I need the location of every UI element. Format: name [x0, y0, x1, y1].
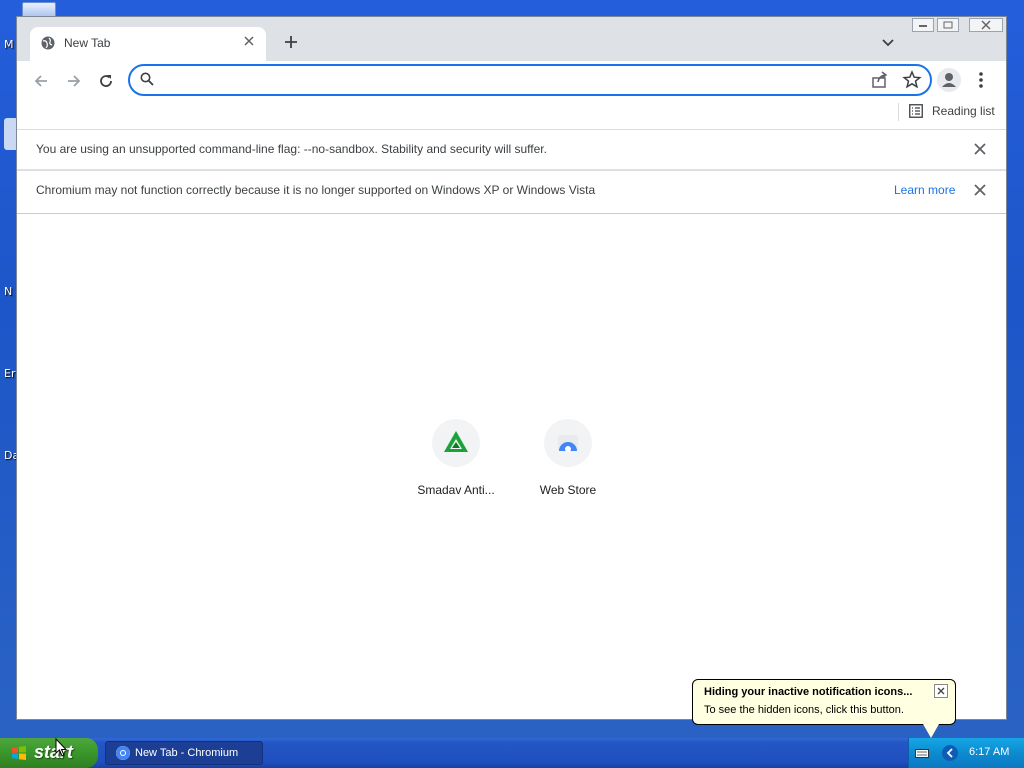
close-icon — [937, 687, 945, 695]
shortcut-web-store[interactable]: Web Store — [512, 419, 624, 509]
shortcut-tile — [432, 419, 480, 467]
infobar-text: Chromium may not function correctly beca… — [36, 183, 596, 197]
avatar-icon — [942, 73, 956, 87]
new-tab-page: Smadav Anti... Web Store — [17, 213, 1006, 719]
more-vertical-icon — [979, 72, 983, 88]
infobar-os-warning: Chromium may not function correctly beca… — [17, 170, 1006, 213]
chevron-left-icon — [946, 748, 953, 758]
start-button[interactable]: start — [0, 738, 98, 768]
windows-logo-icon — [12, 746, 26, 760]
desktop-label-2[interactable]: N — [4, 285, 12, 298]
menu-button[interactable] — [973, 68, 989, 92]
browser-window: New Tab Reading list You are using an un… — [16, 16, 1007, 720]
notification-balloon[interactable]: Hiding your inactive notification icons.… — [692, 679, 956, 738]
infobar-sandbox-warning: You are using an unsupported command-lin… — [17, 129, 1006, 169]
keyboard-icon[interactable] — [915, 749, 929, 758]
tab-title: New Tab — [64, 36, 111, 50]
shortcut-smadav[interactable]: Smadav Anti... — [400, 419, 512, 509]
close-icon — [244, 36, 254, 46]
desktop-label-1[interactable]: M — [4, 38, 14, 51]
taskbar-chromium-button[interactable]: New Tab - Chromium — [105, 741, 263, 765]
plus-icon — [285, 36, 297, 48]
taskbar-button-label: New Tab - Chromium — [135, 747, 239, 759]
reload-icon — [100, 75, 112, 87]
close-icon — [974, 184, 986, 196]
arrow-right-icon — [68, 75, 81, 87]
profile-button[interactable] — [937, 68, 961, 92]
infobar-text: You are using an unsupported command-lin… — [36, 142, 547, 156]
new-tab-button[interactable] — [280, 31, 302, 53]
desktop-label-3[interactable]: Er — [4, 367, 15, 380]
balloon-title: Hiding your inactive notification icons.… — [704, 686, 913, 698]
arrow-left-icon — [34, 75, 47, 87]
bookmarks-separator — [898, 103, 899, 121]
balloon-tail — [923, 724, 939, 738]
learn-more-link[interactable]: Learn more — [894, 183, 955, 197]
back-button[interactable] — [29, 69, 53, 93]
shortcut-label: Web Store — [539, 483, 597, 497]
infobar-close-button[interactable] — [970, 140, 990, 160]
taskbar: start New Tab - Chromium 6:17 AM — [0, 738, 1024, 768]
reload-button[interactable] — [94, 69, 118, 93]
infobar-close-button[interactable] — [970, 181, 990, 201]
show-hidden-icons-button[interactable] — [942, 745, 958, 761]
reading-list-button[interactable]: Reading list — [932, 104, 995, 118]
globe-icon — [41, 36, 55, 50]
forward-button[interactable] — [62, 69, 86, 93]
share-icon[interactable] — [870, 70, 890, 90]
tab-strip: New Tab — [17, 17, 1006, 61]
balloon-close-button[interactable] — [934, 684, 948, 698]
system-tray: 6:17 AM — [908, 738, 1024, 768]
tab-search-chevron-icon[interactable] — [880, 34, 896, 50]
clock: 6:17 AM — [969, 746, 1010, 758]
bookmark-star-icon[interactable] — [902, 70, 922, 90]
reading-list-icon[interactable] — [909, 104, 923, 118]
shortcut-label: Smadav Anti... — [417, 483, 495, 497]
omnibox[interactable] — [128, 64, 932, 96]
toolbar — [17, 61, 1006, 101]
chromium-icon — [116, 746, 130, 760]
tab-new-tab[interactable]: New Tab — [30, 27, 266, 61]
bookmarks-bar: Reading list — [17, 101, 1006, 129]
close-icon — [974, 143, 986, 155]
mouse-cursor-icon — [55, 738, 68, 757]
balloon-text: To see the hidden icons, click this butt… — [704, 704, 904, 716]
smadav-logo-icon — [444, 431, 468, 452]
shortcut-tile — [544, 419, 592, 467]
tab-close-button[interactable] — [240, 33, 258, 51]
search-icon — [140, 72, 154, 86]
address-input[interactable] — [164, 70, 848, 92]
webstore-icon — [558, 435, 578, 452]
